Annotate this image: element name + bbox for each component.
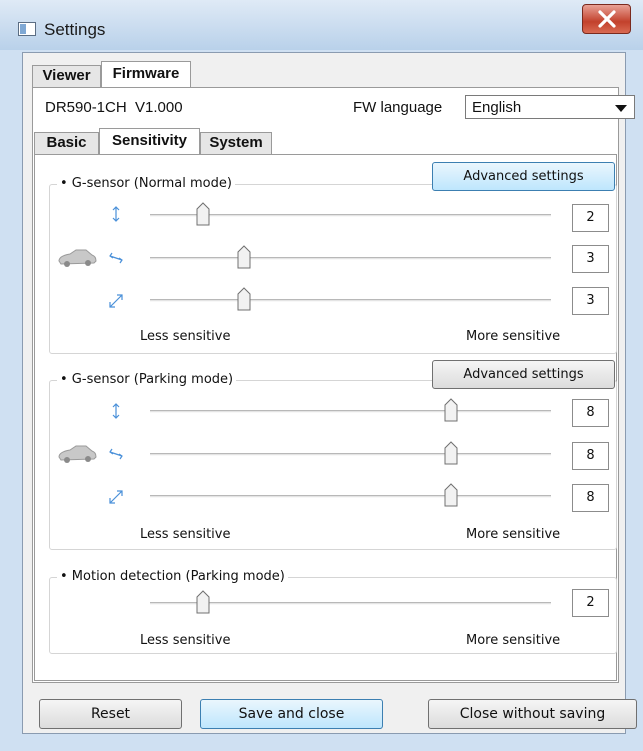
parking-vertical-slider-thumb[interactable] bbox=[444, 398, 458, 422]
normal-horizontal-track bbox=[150, 257, 551, 260]
fw-language-label: FW language bbox=[353, 99, 443, 116]
settings-app-icon bbox=[18, 22, 36, 36]
save-and-close-button[interactable]: Save and close bbox=[200, 699, 383, 729]
parking-horizontal-track bbox=[150, 453, 551, 456]
horizontal-arrow-icon bbox=[109, 448, 123, 460]
diagonal-arrow-icon bbox=[109, 490, 123, 504]
motion-slider-thumb[interactable] bbox=[196, 590, 210, 614]
parking-mode-group bbox=[49, 380, 617, 550]
parking-more-sensitive-label: More sensitive bbox=[466, 527, 561, 542]
fw-language-select[interactable]: English bbox=[465, 95, 635, 119]
tab-sensitivity[interactable]: Sensitivity bbox=[99, 128, 200, 155]
vertical-arrow-icon bbox=[112, 403, 120, 419]
motion-more-sensitive-label: More sensitive bbox=[466, 633, 561, 648]
normal-vertical-slider-thumb[interactable] bbox=[196, 202, 210, 226]
motion-less-sensitive-label: Less sensitive bbox=[140, 633, 231, 648]
motion-value[interactable]: 2 bbox=[572, 589, 609, 617]
normal-diagonal-track bbox=[150, 299, 551, 302]
window-title: Settings bbox=[44, 20, 106, 39]
normal-advanced-settings-button[interactable]: Advanced settings bbox=[432, 162, 615, 191]
tab-basic[interactable]: Basic bbox=[34, 132, 99, 154]
firmware-model: DR590-1CH bbox=[45, 99, 127, 116]
normal-diagonal-slider-thumb[interactable] bbox=[237, 287, 251, 311]
normal-diagonal-value[interactable]: 3 bbox=[572, 287, 609, 315]
car-icon bbox=[58, 445, 97, 463]
normal-horizontal-slider-thumb[interactable] bbox=[237, 245, 251, 269]
dialog-client: Viewer Firmware DR590-1CH V1.000 FW lang… bbox=[22, 52, 637, 734]
normal-horizontal-value[interactable]: 3 bbox=[572, 245, 609, 273]
parking-advanced-settings-button[interactable]: Advanced settings bbox=[432, 360, 615, 389]
parking-diagonal-value[interactable]: 8 bbox=[572, 484, 609, 512]
parking-diagonal-slider-thumb[interactable] bbox=[444, 483, 458, 507]
settings-window: Settings Viewer Firmware DR590-1CH V1.00… bbox=[0, 0, 643, 751]
normal-vertical-value[interactable]: 2 bbox=[572, 204, 609, 232]
parking-vertical-value[interactable]: 8 bbox=[572, 399, 609, 427]
parking-less-sensitive-label: Less sensitive bbox=[140, 527, 231, 542]
tab-viewer[interactable]: Viewer bbox=[32, 65, 101, 87]
tab-system[interactable]: System bbox=[200, 132, 272, 154]
firmware-version: V1.000 bbox=[135, 99, 183, 116]
vertical-arrow-icon bbox=[112, 206, 120, 222]
title-bar[interactable]: Settings bbox=[0, 0, 643, 50]
close-without-saving-button[interactable]: Close without saving bbox=[428, 699, 637, 729]
chevron-down-icon bbox=[615, 105, 627, 112]
parking-horizontal-slider-thumb[interactable] bbox=[444, 441, 458, 465]
horizontal-arrow-icon bbox=[109, 252, 123, 264]
normal-less-sensitive-label: Less sensitive bbox=[140, 329, 231, 344]
parking-mode-label: • G-sensor (Parking mode) bbox=[57, 372, 237, 387]
parking-vertical-track bbox=[150, 410, 551, 413]
close-icon bbox=[598, 10, 616, 28]
close-window-button[interactable] bbox=[582, 4, 631, 34]
fw-language-value: English bbox=[472, 99, 522, 116]
diagonal-arrow-icon bbox=[109, 294, 123, 308]
parking-diagonal-track bbox=[150, 495, 551, 498]
motion-detection-label: • Motion detection (Parking mode) bbox=[57, 569, 288, 584]
reset-button[interactable]: Reset bbox=[39, 699, 182, 729]
parking-horizontal-value[interactable]: 8 bbox=[572, 442, 609, 470]
car-icon bbox=[58, 249, 97, 267]
tab-firmware[interactable]: Firmware bbox=[101, 61, 191, 88]
normal-more-sensitive-label: More sensitive bbox=[466, 329, 561, 344]
normal-mode-label: • G-sensor (Normal mode) bbox=[57, 176, 235, 191]
